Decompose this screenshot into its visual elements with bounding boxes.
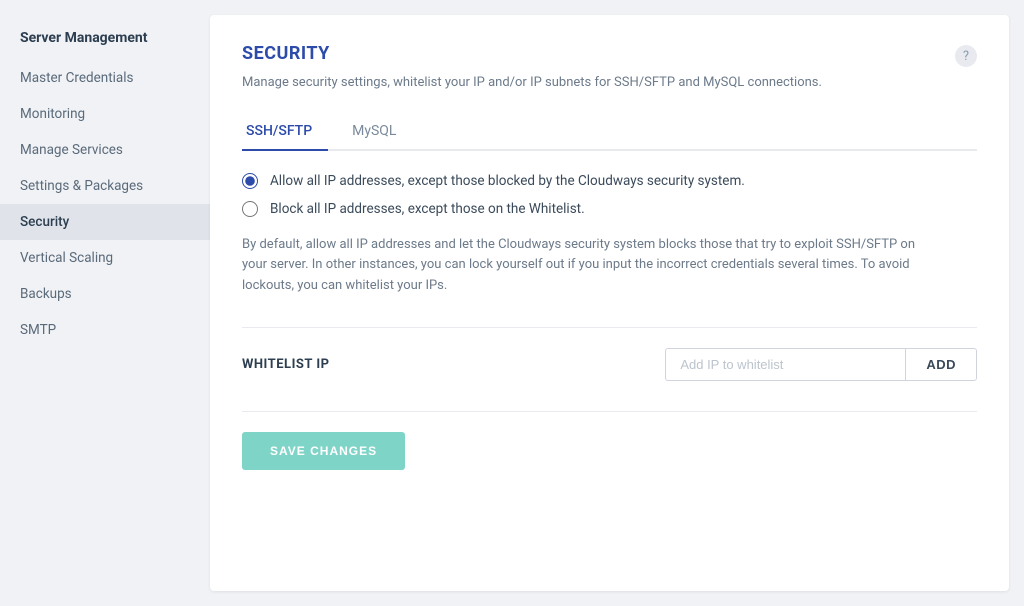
tab-mysql[interactable]: MySQL (348, 115, 412, 151)
sidebar-item-vertical-scaling[interactable]: Vertical Scaling (0, 240, 210, 276)
tab-ssh-sftp[interactable]: SSH/SFTP (242, 115, 328, 151)
sidebar-item-label: Manage Services (20, 142, 123, 158)
save-section: SAVE CHANGES (242, 411, 977, 470)
sidebar-item-label: SMTP (20, 322, 56, 338)
main-panel: SECURITY ? Manage security settings, whi… (210, 15, 1009, 591)
sidebar-item-monitoring[interactable]: Monitoring (0, 96, 210, 132)
sidebar-item-security[interactable]: Security (0, 204, 210, 240)
add-ip-button[interactable]: ADD (905, 348, 977, 381)
tab-bar: SSH/SFTP MySQL (242, 115, 977, 151)
radio-block-all-label: Block all IP addresses, except those on … (270, 201, 585, 217)
sidebar-item-label: Master Credentials (20, 70, 134, 86)
whitelist-title: WHITELIST IP (242, 357, 330, 372)
whitelist-section: WHITELIST IP ADD (242, 327, 977, 381)
help-icon[interactable]: ? (955, 45, 977, 67)
sidebar-title: Server Management (0, 20, 210, 60)
sidebar-item-settings-packages[interactable]: Settings & Packages (0, 168, 210, 204)
sidebar-item-label: Security (20, 214, 69, 230)
whitelist-header: WHITELIST IP ADD (242, 348, 977, 381)
sidebar-item-label: Backups (20, 286, 72, 302)
save-changes-button[interactable]: SAVE CHANGES (242, 432, 405, 470)
radio-block-all[interactable]: Block all IP addresses, except those on … (242, 201, 977, 217)
page-header: SECURITY ? (242, 43, 977, 67)
page-title: SECURITY (242, 43, 330, 64)
whitelist-input-group: ADD (665, 348, 977, 381)
page-description: Manage security settings, whitelist your… (242, 73, 862, 93)
radio-allow-all-input[interactable] (242, 173, 258, 189)
radio-allow-all-label: Allow all IP addresses, except those blo… (270, 173, 745, 189)
sidebar-item-manage-services[interactable]: Manage Services (0, 132, 210, 168)
ip-policy-radio-group: Allow all IP addresses, except those blo… (242, 173, 977, 217)
sidebar-item-label: Settings & Packages (20, 178, 143, 194)
info-text: By default, allow all IP addresses and l… (242, 235, 922, 297)
radio-allow-all[interactable]: Allow all IP addresses, except those blo… (242, 173, 977, 189)
sidebar: Server Management Master Credentials Mon… (0, 0, 210, 606)
sidebar-item-label: Vertical Scaling (20, 250, 113, 266)
sidebar-item-label: Monitoring (20, 106, 85, 122)
sidebar-item-master-credentials[interactable]: Master Credentials (0, 60, 210, 96)
radio-block-all-input[interactable] (242, 201, 258, 217)
whitelist-ip-input[interactable] (665, 348, 905, 381)
sidebar-item-backups[interactable]: Backups (0, 276, 210, 312)
sidebar-item-smtp[interactable]: SMTP (0, 312, 210, 348)
